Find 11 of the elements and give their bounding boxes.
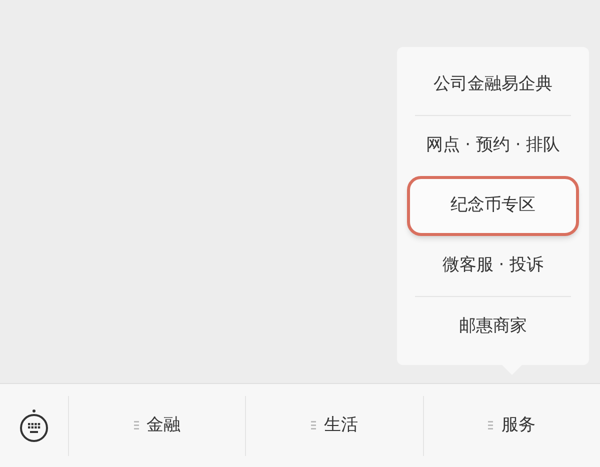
- menu-item[interactable]: 公司金融易企典: [407, 55, 579, 115]
- menu-item[interactable]: 微客服 · 投诉: [407, 236, 579, 296]
- menu-tab[interactable]: 金融: [134, 412, 181, 438]
- menu-lines-icon: [134, 421, 139, 430]
- menu-item[interactable]: 网点 · 预约 · 排队: [407, 116, 579, 176]
- menu-item[interactable]: 纪念币专区: [407, 176, 579, 236]
- menu-item[interactable]: 邮惠商家: [407, 297, 579, 357]
- menu-lines-icon: [488, 421, 494, 430]
- menu-tab[interactable]: 服务: [488, 412, 536, 438]
- menu-lines-icon: [310, 421, 316, 430]
- menu-tab[interactable]: 生活: [310, 412, 358, 438]
